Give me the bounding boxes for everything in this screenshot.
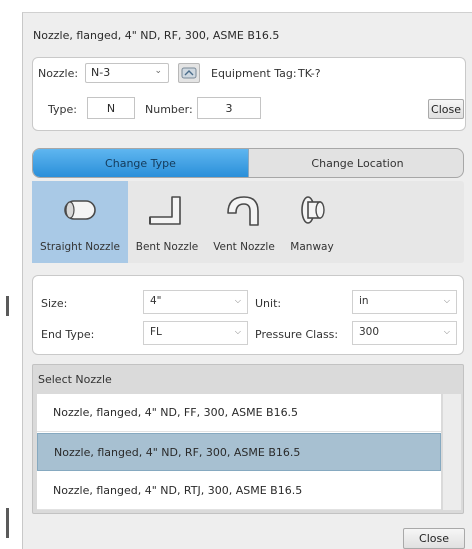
bent-nozzle-label: Bent Nozzle <box>135 241 199 253</box>
background-edge <box>6 296 9 316</box>
change-type-tab[interactable]: Change Type <box>33 149 249 177</box>
select-nozzle-header: Select Nozzle <box>38 373 112 386</box>
manway-icon <box>301 196 325 224</box>
chevron-down-icon: ⌄ <box>154 66 162 76</box>
vent-nozzle-option[interactable]: Vent Nozzle <box>206 181 282 263</box>
manway-label: Manway <box>290 241 334 253</box>
chevron-down-icon: ⌵ <box>234 296 241 305</box>
manway-option[interactable]: Manway <box>282 181 342 263</box>
type-field[interactable]: N <box>87 97 135 119</box>
list-item[interactable]: Nozzle, flanged, 4" ND, RTJ, 300, ASME B… <box>37 472 441 510</box>
bent-nozzle-option[interactable]: Bent Nozzle <box>128 181 206 263</box>
size-label: Size: <box>41 297 68 310</box>
nozzle-dropdown[interactable]: N-3 ⌄ <box>85 63 169 83</box>
select-nozzle-panel: Select Nozzle Nozzle, flanged, 4" ND, FF… <box>32 364 464 514</box>
vent-nozzle-label: Vent Nozzle <box>213 241 275 253</box>
list-scrollbar[interactable] <box>443 394 461 510</box>
type-label: Type: <box>48 103 77 116</box>
chevron-down-icon: ⌵ <box>443 296 450 305</box>
close-button[interactable]: Close <box>403 528 465 549</box>
pressure-class-label: Pressure Class: <box>255 328 339 341</box>
straight-nozzle-icon <box>64 200 96 220</box>
nozzle-list: Nozzle, flanged, 4" ND, FF, 300, ASME B1… <box>37 394 441 510</box>
unit-dropdown[interactable]: in ⌵ <box>352 290 457 314</box>
dialog-title: Nozzle, flanged, 4" ND, RF, 300, ASME B1… <box>33 29 280 42</box>
background-window <box>0 0 22 549</box>
change-location-tab[interactable]: Change Location <box>250 149 463 177</box>
pressure-class-dropdown[interactable]: 300 ⌵ <box>352 321 457 345</box>
refresh-icon <box>181 67 197 79</box>
straight-nozzle-label: Straight Nozzle <box>40 241 120 253</box>
bent-nozzle-icon <box>149 196 181 225</box>
nozzle-properties-panel: Size: 4" ⌵ Unit: in ⌵ End Type: FL ⌵ Pre… <box>32 275 464 355</box>
swap-nozzle-button[interactable] <box>178 63 200 83</box>
size-value: 4" <box>150 295 162 307</box>
vent-nozzle-icon <box>227 196 259 226</box>
close-header-button[interactable]: Close <box>428 99 464 119</box>
nozzle-label: Nozzle: <box>38 67 79 80</box>
end-type-value: FL <box>150 326 162 338</box>
chevron-down-icon: ⌵ <box>443 327 450 336</box>
nozzle-header-panel: Nozzle: N-3 ⌄ Equipment Tag: TK-? Type: … <box>32 57 466 131</box>
size-dropdown[interactable]: 4" ⌵ <box>143 290 248 314</box>
equipment-tag-label: Equipment Tag: <box>211 67 297 80</box>
nozzle-value: N-3 <box>91 66 111 79</box>
change-mode-toggle: Change Type Change Location <box>32 148 464 178</box>
nozzle-dialog: Nozzle, flanged, 4" ND, RF, 300, ASME B1… <box>22 12 472 549</box>
end-type-dropdown[interactable]: FL ⌵ <box>143 321 248 345</box>
list-item[interactable]: Nozzle, flanged, 4" ND, FF, 300, ASME B1… <box>37 394 441 432</box>
chevron-down-icon: ⌵ <box>234 327 241 336</box>
pressure-class-value: 300 <box>359 326 380 338</box>
equipment-tag-value: TK-? <box>298 67 321 80</box>
nozzle-type-gallery: Straight Nozzle Bent Nozzle Vent Nozzle … <box>32 181 464 263</box>
number-label: Number: <box>145 103 193 116</box>
unit-label: Unit: <box>255 297 282 310</box>
straight-nozzle-option[interactable]: Straight Nozzle <box>32 181 128 263</box>
number-field[interactable]: 3 <box>197 97 261 119</box>
unit-value: in <box>359 295 369 307</box>
background-edge <box>6 508 9 538</box>
list-item[interactable]: Nozzle, flanged, 4" ND, RF, 300, ASME B1… <box>37 433 441 471</box>
end-type-label: End Type: <box>41 328 95 341</box>
